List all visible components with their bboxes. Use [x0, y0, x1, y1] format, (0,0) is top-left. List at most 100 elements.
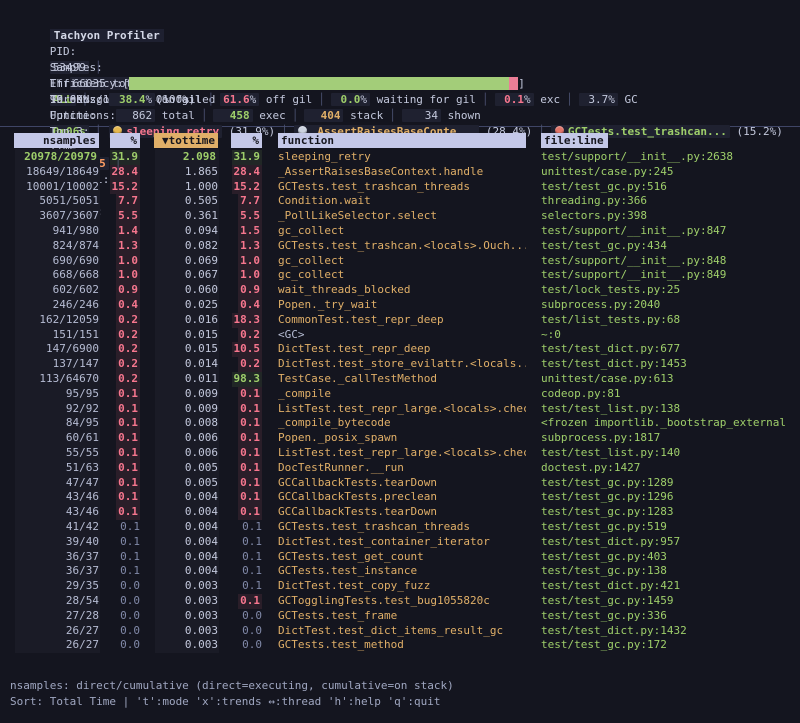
cumulative-percent-cell: 18.3	[232, 313, 263, 328]
table-row[interactable]: 84/95 0.1 0.008 0.1 _compile_bytecode <f…	[0, 416, 800, 431]
table-row[interactable]: 3607/3607 5.5 0.361 5.5 _PollLikeSelecto…	[0, 209, 800, 224]
file-line-cell: test/support/__init__.py:847	[541, 224, 726, 239]
functions-shown: 34	[402, 109, 441, 122]
table-row[interactable]: 26/27 0.0 0.003 0.0 GCTests.test_method …	[0, 638, 800, 653]
table-row[interactable]: 36/37 0.1 0.004 0.1 GCTests.test_get_cou…	[0, 550, 800, 565]
col-header-function[interactable]: function	[278, 133, 526, 148]
table-row[interactable]: 36/37 0.1 0.004 0.1 GCTests.test_instanc…	[0, 564, 800, 579]
table-row[interactable]: 43/46 0.1 0.004 0.1 GCCallbackTests.prec…	[0, 490, 800, 505]
table-row[interactable]: 668/668 1.0 0.067 1.0 gc_collect test/su…	[0, 268, 800, 283]
function-cell: gc_collect	[278, 254, 344, 269]
function-cell: ListTest.test_repr_large.<locals>.check	[278, 446, 526, 461]
table-row[interactable]: 51/63 0.1 0.005 0.1 DocTestRunner.__run …	[0, 461, 800, 476]
cumulative-percent-cell: 0.1	[238, 594, 262, 609]
nsamples-cell: 47/47	[66, 476, 99, 491]
col-header-cumulative-percent[interactable]: %	[231, 133, 262, 148]
keybinding-hints: Sort: Total Time | 't':mode 'x':trends ↔…	[10, 694, 454, 710]
cumulative-percent-cell: 0.1	[242, 550, 262, 565]
table-row[interactable]: 47/47 0.1 0.005 0.1 GCCallbackTests.tear…	[0, 476, 800, 491]
nsamples-cell: 29/35	[66, 579, 99, 594]
cumulative-percent-cell: 10.5	[232, 342, 263, 357]
file-line-cell: test/test_gc.py:1283	[541, 505, 673, 520]
table-row[interactable]: 162/12059 0.2 0.016 18.3 CommonTest.test…	[0, 313, 800, 328]
function-cell: DictTest.test_repr_deep	[278, 342, 430, 357]
file-line-cell: test/test_dict.py:677	[541, 342, 680, 357]
direct-percent-cell: 0.9	[116, 283, 140, 298]
cumulative-percent-cell: 0.1	[242, 535, 262, 550]
table-row[interactable]: 5051/5051 7.7 0.505 7.7 Condition.wait t…	[0, 194, 800, 209]
tottime-cell: 0.025	[185, 298, 218, 313]
cumulative-percent-cell: 0.1	[238, 490, 262, 505]
table-row[interactable]: 147/6900 0.2 0.015 10.5 DictTest.test_re…	[0, 342, 800, 357]
tottime-cell: 0.004	[185, 564, 218, 579]
nsamples-cell: 95/95	[66, 387, 99, 402]
table-row[interactable]: 28/54 0.0 0.003 0.1 GCTogglingTests.test…	[0, 594, 800, 609]
efficiency-line: Efficiency:[] 99.60% good, 0.40% failed	[10, 60, 800, 76]
col-header-direct-percent[interactable]: %	[110, 133, 140, 148]
table-row[interactable]: 941/980 1.4 0.094 1.5 gc_collect test/su…	[0, 224, 800, 239]
cumulative-percent-cell: 0.1	[242, 520, 262, 535]
nsamples-cell: 92/92	[66, 402, 99, 417]
direct-percent-cell: 0.0	[120, 579, 140, 594]
direct-percent-cell: 0.1	[116, 490, 140, 505]
direct-percent-cell: 0.1	[116, 431, 140, 446]
function-cell: _compile	[278, 387, 331, 402]
table-row[interactable]: 137/147 0.2 0.014 0.2 DictTest.test_stor…	[0, 357, 800, 372]
cumulative-percent-cell: 0.4	[238, 298, 262, 313]
nsamples-cell: 84/95	[66, 416, 99, 431]
table-row[interactable]: 27/28 0.0 0.003 0.0 GCTests.test_frame t…	[0, 609, 800, 624]
tottime-cell: 0.067	[185, 268, 218, 283]
tottime-cell: 0.069	[185, 254, 218, 269]
table-row[interactable]: 43/46 0.1 0.004 0.1 GCCallbackTests.tear…	[0, 505, 800, 520]
nsamples-cell: 113/64670	[39, 372, 99, 387]
col-header-file-line[interactable]: file:line	[541, 133, 608, 148]
cumulative-percent-cell: 0.9	[238, 283, 262, 298]
table-row[interactable]: 60/61 0.1 0.006 0.1 Popen._posix_spawn s…	[0, 431, 800, 446]
col-header-tottime-sorted[interactable]: ▼tottime	[154, 133, 218, 148]
file-line-cell: test/test_gc.py:138	[541, 564, 667, 579]
direct-percent-cell: 0.1	[116, 402, 140, 417]
table-row[interactable]: 95/95 0.1 0.009 0.1 _compile codeop.py:8…	[0, 387, 800, 402]
cumulative-percent-cell: 0.1	[238, 431, 262, 446]
nsamples-cell: 36/37	[66, 550, 99, 565]
direct-percent-cell: 15.2	[110, 180, 141, 195]
function-cell: GCCallbackTests.preclean	[278, 490, 437, 505]
table-row[interactable]: 690/690 1.0 0.069 1.0 gc_collect test/su…	[0, 254, 800, 269]
file-line-cell: test/test_gc.py:1296	[541, 490, 673, 505]
table-row[interactable]: 41/42 0.1 0.004 0.1 GCTests.test_trashca…	[0, 520, 800, 535]
nsamples-cell: 5051/5051	[39, 194, 99, 209]
file-line-cell: unittest/case.py:245	[541, 165, 673, 180]
nsamples-cell: 26/27	[66, 638, 99, 653]
direct-percent-cell: 1.4	[116, 224, 140, 239]
table-row[interactable]: 113/64670 0.2 0.011 98.3 TestCase._callT…	[0, 372, 800, 387]
table-row[interactable]: 18649/18649 28.4 1.865 28.4 _AssertRaise…	[0, 165, 800, 180]
tottime-cell: 0.006	[185, 431, 218, 446]
tottime-cell: 0.005	[185, 461, 218, 476]
table-row[interactable]: 151/151 0.2 0.015 0.2 <GC> ~:0	[0, 328, 800, 343]
table-row[interactable]: 92/92 0.1 0.009 0.1 ListTest.test_repr_l…	[0, 402, 800, 417]
tottime-cell: 0.005	[185, 476, 218, 491]
table-row[interactable]: 10001/10002 15.2 1.000 15.2 GCTests.test…	[0, 180, 800, 195]
direct-percent-cell: 31.9	[110, 150, 141, 165]
nsamples-cell: 668/668	[53, 268, 99, 283]
table-row[interactable]: 55/55 0.1 0.006 0.1 ListTest.test_repr_l…	[0, 446, 800, 461]
tachyon-profiler-screen: Tachyon Profiler PID: 53499│ Thread: ALL…	[0, 0, 800, 723]
tottime-cell: 0.004	[185, 550, 218, 565]
table-row[interactable]: 20978/20979 31.9 2.098 31.9 sleeping_ret…	[0, 150, 800, 165]
cumulative-percent-cell: 7.7	[238, 194, 262, 209]
file-line-cell: test/test_gc.py:516	[541, 180, 667, 195]
direct-percent-cell: 0.1	[120, 550, 140, 565]
waiting-gil-value: 0.0	[334, 93, 361, 106]
col-header-nsamples[interactable]: nsamples	[14, 133, 99, 148]
nsamples-cell: 27/28	[66, 609, 99, 624]
nsamples-cell: 41/42	[66, 520, 99, 535]
function-cell: gc_collect	[278, 224, 344, 239]
nsamples-cell: 28/54	[66, 594, 99, 609]
table-row[interactable]: 246/246 0.4 0.025 0.4 Popen._try_wait su…	[0, 298, 800, 313]
table-row[interactable]: 29/35 0.0 0.003 0.1 DictTest.test_copy_f…	[0, 579, 800, 594]
table-row[interactable]: 602/602 0.9 0.060 0.9 wait_threads_block…	[0, 283, 800, 298]
table-row[interactable]: 39/40 0.1 0.004 0.1 DictTest.test_contai…	[0, 535, 800, 550]
table-row[interactable]: 824/874 1.3 0.082 1.3 GCTests.test_trash…	[0, 239, 800, 254]
table-row[interactable]: 26/27 0.0 0.003 0.0 DictTest.test_dict_i…	[0, 624, 800, 639]
file-line-cell: test/list_tests.py:68	[541, 313, 680, 328]
